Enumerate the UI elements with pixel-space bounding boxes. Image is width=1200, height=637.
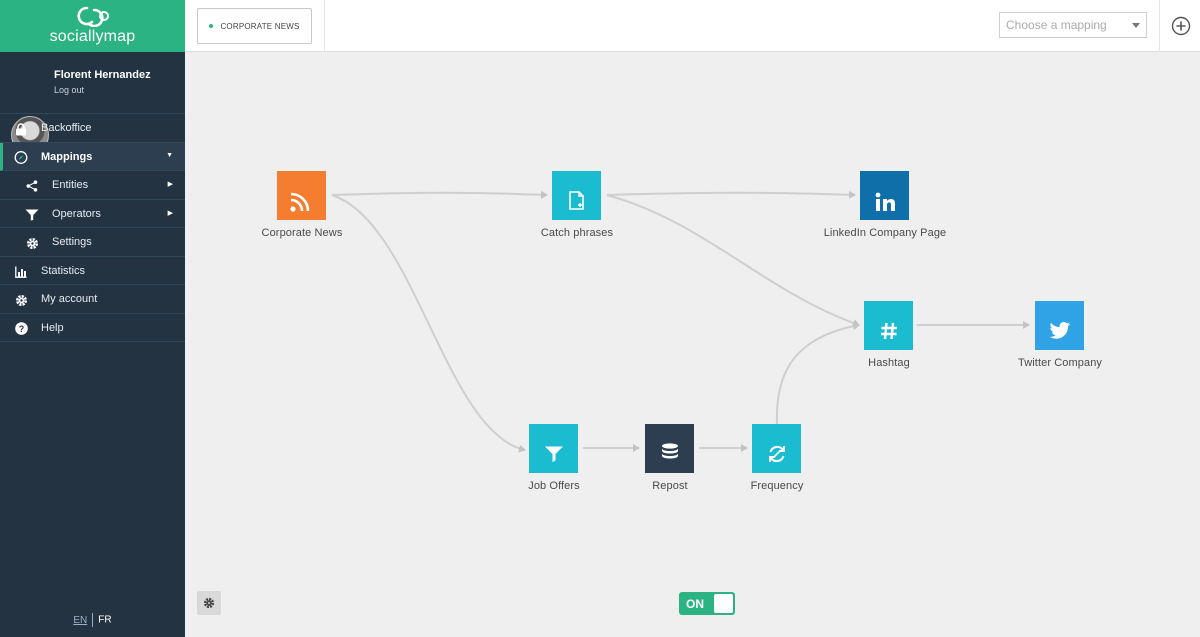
gear-icon [25,236,39,250]
node-label: Catch phrases [540,227,614,239]
mapping-tab[interactable]: CORPORATE NEWS [197,8,312,44]
sidebar-item-label: Backoffice [41,122,92,134]
compass-icon [14,151,28,165]
sidebar-item-label: Help [41,321,64,334]
node-icon-box [529,424,578,473]
mapping-active-toggle[interactable]: ON [679,592,735,615]
divider [1159,0,1160,52]
edge-catch-linkedin [606,190,856,199]
node-job-offers[interactable]: Job Offers [528,424,580,492]
mapping-canvas[interactable]: Corporate News Catch phrases LinkedIn Co… [185,52,1200,637]
twitter-icon [1049,321,1070,339]
rss-icon [289,192,309,212]
sidebar-item-label: My account [41,293,98,305]
node-twitter-company[interactable]: Twitter Company [1018,301,1102,369]
user-name: Florent Hernandez [54,69,151,81]
node-icon-box [552,171,601,220]
document-icon [568,190,584,210]
node-icon-box [645,424,694,473]
sidebar-item-label: Entities [52,179,89,191]
refresh-icon [768,445,785,462]
question-icon: ? [14,322,28,336]
node-label: Hashtag [868,357,910,369]
brand-header[interactable]: sociallymap [0,0,185,52]
sidebar-item-help[interactable]: ? Help [0,314,185,342]
lang-fr-link[interactable]: FR [98,615,111,626]
sidebar-item-my-account[interactable]: My account [0,285,185,314]
node-label: Twitter Company [1017,357,1103,369]
toggle-label: ON [686,597,704,611]
node-label: LinkedIn Company Page [823,227,947,239]
dropdown-arrow-icon [1132,23,1140,28]
node-icon-box [277,171,326,220]
svg-text:?: ? [18,324,24,334]
node-label: Frequency [750,480,804,492]
node-icon-box [864,301,913,350]
sidebar-item-entities[interactable]: Entities ▶ [0,171,185,200]
divider [324,0,325,52]
caret-down-icon: ▼ [166,151,173,159]
sidebar: sociallymap Florent Hernandez Log out Ba… [0,0,185,637]
add-mapping-button[interactable] [1171,16,1191,36]
caret-right-icon: ▶ [167,181,173,188]
mapping-tab-label: CORPORATE NEWS [220,21,300,31]
node-catch-phrases[interactable]: Catch phrases [541,171,613,239]
node-linkedin-company-page[interactable]: LinkedIn Company Page [824,171,946,239]
lock-icon [14,122,28,136]
edge-frequency-hashtag [775,322,860,425]
funnel-icon [544,446,563,462]
toggle-knob[interactable] [714,594,733,613]
sidebar-item-label: Mappings [41,150,93,163]
logout-link[interactable]: Log out [54,85,84,95]
gear-icon [203,597,215,609]
edge-catch-hashtag [606,194,860,327]
sidebar-item-label: Statistics [41,264,86,277]
top-bar: CORPORATE NEWS Choose a mapping [185,0,1200,52]
node-corporate-news[interactable]: Corporate News [262,171,342,239]
funnel-icon [25,208,39,222]
sidebar-item-backoffice[interactable]: Backoffice [0,114,185,143]
share-icon [25,179,39,193]
node-label: Corporate News [261,227,343,239]
caret-right-icon: ▶ [167,209,173,217]
sidebar-item-mappings[interactable]: Mappings ▼ [0,142,185,171]
gear-icon [14,293,28,307]
node-icon-box [860,171,909,220]
node-frequency[interactable]: Frequency [751,424,803,492]
sidebar-item-settings[interactable]: Settings [0,228,185,257]
sidebar-item-label: Settings [52,236,92,248]
node-icon-box [752,424,801,473]
linkedin-icon [875,192,895,211]
mapping-select-placeholder: Choose a mapping [1006,18,1107,32]
sidebar-item-statistics[interactable]: Statistics [0,257,185,285]
node-icon-box [1035,301,1084,350]
lang-divider [92,613,94,627]
logo-icon [77,6,109,27]
mapping-select[interactable]: Choose a mapping [999,12,1147,38]
sidebar-item-operators[interactable]: Operators ▶ [0,200,185,228]
edge-corporate-catch [331,190,548,199]
user-panel: Florent Hernandez Log out [0,52,185,154]
database-icon [661,442,678,458]
sidebar-item-label: Operators [52,207,101,220]
bar-chart-icon [14,265,28,279]
hashtag-icon [880,322,897,339]
node-repost[interactable]: Repost [645,424,695,492]
lang-en-link[interactable]: EN [73,615,87,626]
status-dot [209,24,214,28]
brand-name: sociallymap [49,28,136,45]
node-hashtag[interactable]: Hashtag [864,301,914,369]
language-switcher: EN FR [0,613,185,627]
canvas-settings-button[interactable] [197,591,221,615]
